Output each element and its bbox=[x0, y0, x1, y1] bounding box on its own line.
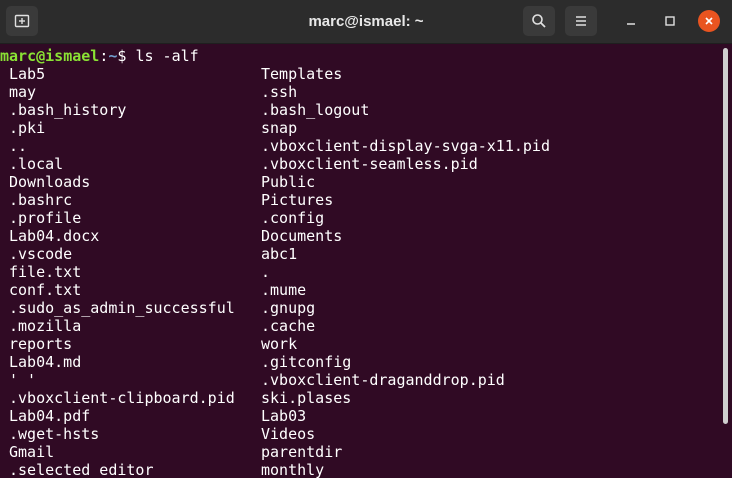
listing-entry-right: Videos bbox=[261, 425, 316, 443]
listing-entry-right: snap bbox=[261, 119, 298, 137]
listing-entry-left: reports bbox=[9, 335, 73, 353]
close-button[interactable] bbox=[698, 10, 720, 32]
listing-entry-right: .cache bbox=[261, 317, 316, 335]
prompt-user-host: marc@ismael bbox=[0, 47, 100, 65]
listing-entry-right: Lab03 bbox=[261, 407, 307, 425]
listing-entry-right: .vboxclient-display-svga-x11.pid bbox=[261, 137, 550, 155]
listing-entry-right: .vboxclient-seamless.pid bbox=[261, 155, 478, 173]
listing-entry-left: ' ' bbox=[9, 371, 37, 389]
listing-entry-left: .vscode bbox=[9, 245, 73, 263]
listing-entry-left: .profile bbox=[9, 209, 82, 227]
listing-entry-right: Documents bbox=[261, 227, 343, 245]
new-tab-icon bbox=[14, 14, 30, 28]
listing-entry-left: may bbox=[9, 83, 37, 101]
listing-entry-left: .bashrc bbox=[9, 191, 73, 209]
listing-entry-right: .ssh bbox=[261, 83, 298, 101]
listing-entry-left: Gmail bbox=[9, 443, 55, 461]
listing-entry-left: .pki bbox=[9, 119, 46, 137]
listing-entry-right: monthly bbox=[261, 461, 325, 478]
window-title: marc@ismael: ~ bbox=[308, 13, 424, 30]
listing-entry-left: Downloads bbox=[9, 173, 91, 191]
listing-entry-right: work bbox=[261, 335, 298, 353]
search-icon bbox=[532, 14, 546, 28]
scrollbar[interactable] bbox=[723, 48, 728, 424]
terminal-output[interactable]: marc@ismael:~$ ls -alf Lab5 Templates may.… bbox=[0, 45, 722, 478]
search-button[interactable] bbox=[523, 6, 555, 36]
listing-entry-right: .gnupg bbox=[261, 299, 316, 317]
menu-button[interactable] bbox=[565, 6, 597, 36]
listing-entry-left: .wget-hsts bbox=[9, 425, 100, 443]
new-tab-button[interactable] bbox=[6, 6, 38, 36]
prompt-symbol: $ bbox=[117, 47, 136, 65]
maximize-button[interactable] bbox=[659, 10, 681, 32]
listing-entry-left: .local bbox=[9, 155, 64, 173]
listing-entry-right: ski.plases bbox=[261, 389, 352, 407]
listing-entry-right: Templates bbox=[261, 65, 343, 83]
listing-entry-left: Lab04.docx bbox=[9, 227, 100, 245]
listing-entry-left: .. bbox=[9, 137, 28, 155]
hamburger-menu-icon bbox=[576, 16, 586, 26]
listing-entry-right: .vboxclient-draganddrop.pid bbox=[261, 371, 505, 389]
listing-entry-right: Public bbox=[261, 173, 316, 191]
listing-entry-right: . bbox=[261, 263, 271, 281]
listing-entry-left: .bash_history bbox=[9, 101, 127, 119]
listing-entry-right: .bash_logout bbox=[261, 101, 370, 119]
listing-entry-left: .vboxclient-clipboard.pid bbox=[9, 389, 235, 407]
listing-entry-right: .mume bbox=[261, 281, 307, 299]
listing-entry-left: file.txt bbox=[9, 263, 82, 281]
listing-entry-right: parentdir bbox=[261, 443, 343, 461]
listing-entry-right: Pictures bbox=[261, 191, 334, 209]
listing-entry-left: .mozilla bbox=[9, 317, 82, 335]
title-bar: marc@ismael: ~ bbox=[0, 0, 732, 44]
listing-entry-right: abc1 bbox=[261, 245, 298, 263]
listing-entry-left: .sudo_as_admin_successful bbox=[9, 299, 235, 317]
maximize-icon bbox=[665, 16, 675, 26]
command-text: ls -alf bbox=[135, 47, 199, 65]
listing-entry-right: .config bbox=[261, 209, 325, 227]
minimize-icon bbox=[627, 23, 635, 25]
minimize-button[interactable] bbox=[620, 10, 642, 32]
prompt-line: marc@ismael:~$ ls -alf bbox=[0, 47, 199, 65]
listing-entry-left: .selected_editor bbox=[9, 461, 154, 478]
listing-entry-left: Lab04.pdf bbox=[9, 407, 91, 425]
listing-entry-right: .gitconfig bbox=[261, 353, 352, 371]
close-icon bbox=[705, 17, 713, 25]
listing-entry-left: conf.txt bbox=[9, 281, 82, 299]
listing-entry-left: Lab04.md bbox=[9, 353, 82, 371]
listing-entry-left: Lab5 bbox=[9, 65, 46, 83]
